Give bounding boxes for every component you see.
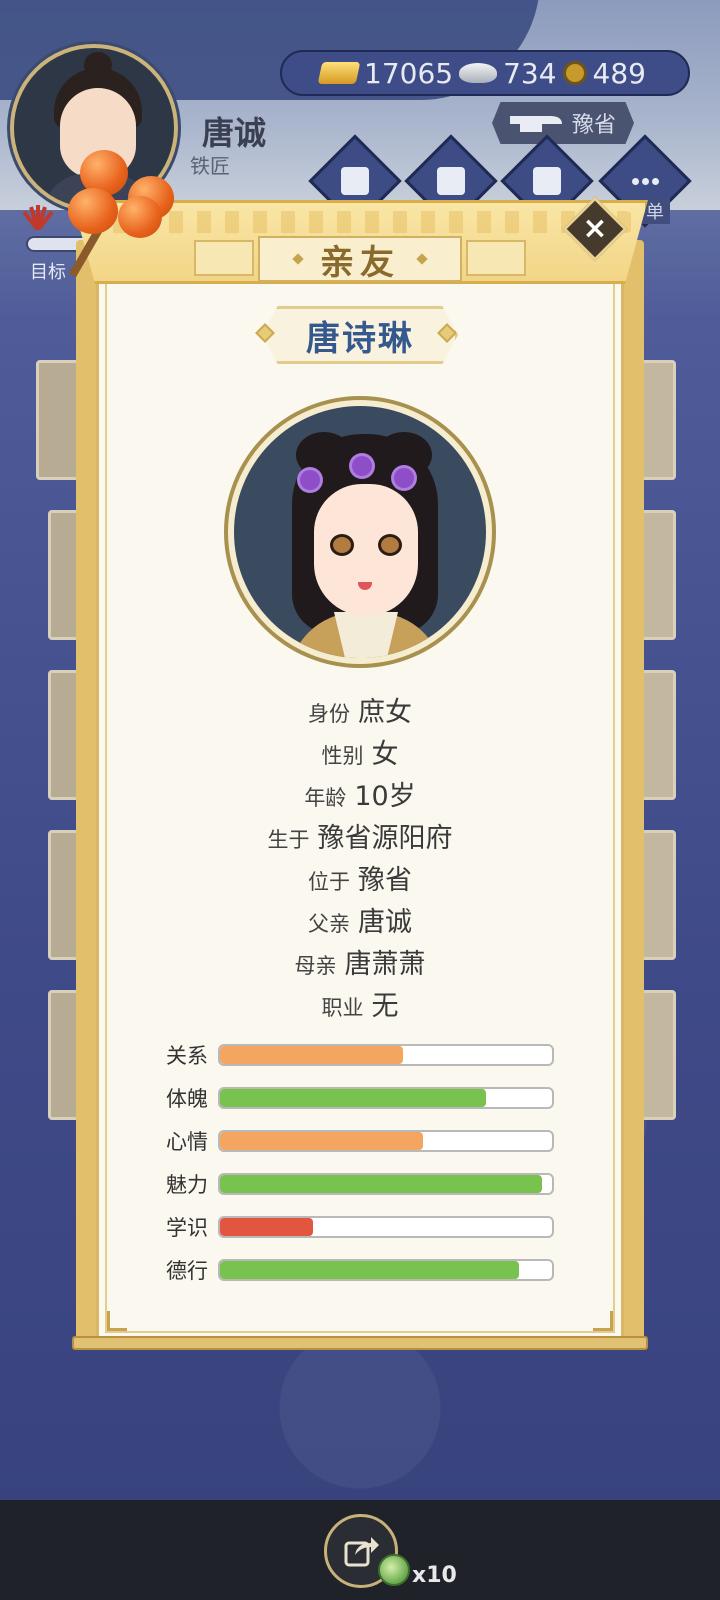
player-job: 铁匠 — [190, 154, 230, 178]
info-key: 年龄 — [304, 786, 347, 810]
info-row-birthplace: 生于 豫省源阳府 — [96, 816, 624, 855]
stat-bar-fill — [220, 1261, 519, 1279]
target-label: 目标 — [30, 262, 66, 283]
stat-virtue: 德行 — [166, 1257, 566, 1283]
stat-label: 体魄 — [166, 1087, 208, 1111]
title-dot-ornament — [292, 253, 304, 265]
region-label: 豫省 — [571, 113, 616, 138]
stat-bar-fill — [220, 1175, 543, 1193]
info-row-father: 父亲 唐诚 — [96, 900, 624, 939]
stat-label: 德行 — [166, 1259, 208, 1283]
anvil-icon — [510, 116, 562, 132]
stat-bar-track — [218, 1130, 554, 1152]
info-value: 庶女 — [358, 697, 412, 728]
info-row-gender: 性别女 — [96, 732, 624, 771]
more-icon — [631, 167, 659, 195]
jade-token-icon — [378, 1554, 410, 1586]
header-ornament — [194, 240, 254, 276]
region-button[interactable]: 豫省 — [492, 102, 634, 144]
book-icon — [533, 167, 561, 195]
info-value: 豫省源阳府 — [317, 823, 453, 854]
gold-ingot-icon — [317, 62, 361, 84]
info-key: 职业 — [321, 996, 364, 1020]
player-name: 唐诚 — [202, 114, 267, 152]
stat-mood: 心情 — [166, 1128, 566, 1154]
stat-relationship: 关系 — [166, 1042, 566, 1068]
stat-bar-fill — [220, 1132, 423, 1150]
info-value: 唐诚 — [358, 907, 412, 938]
stat-bar-fill — [220, 1218, 313, 1236]
share-icon — [344, 1537, 379, 1567]
info-key: 母亲 — [294, 954, 337, 978]
copper-amount: 489 — [592, 56, 646, 90]
silver-ingot-icon — [459, 63, 498, 83]
stat-bar-track — [218, 1216, 554, 1238]
hawthorn-fruit-icon — [68, 188, 118, 234]
person-name-plate: 唐诗琳 — [262, 306, 458, 364]
stat-knowledge: 学识 — [166, 1214, 566, 1240]
copper-coin-icon — [562, 61, 587, 85]
stat-label: 魅力 — [166, 1173, 208, 1197]
info-row-mother: 母亲 唐萧萧 — [96, 942, 624, 981]
title-dot-ornament — [416, 253, 428, 265]
info-key: 身份 — [308, 702, 350, 726]
stat-label: 学识 — [166, 1216, 208, 1240]
stat-bar-fill — [220, 1046, 403, 1064]
info-row-occupation: 职业无 — [96, 984, 624, 1023]
stat-bar-fill — [220, 1089, 486, 1107]
dialog-title: 亲友 — [320, 242, 400, 283]
info-row-identity: 身份 庶女 — [96, 690, 624, 729]
info-key: 父亲 — [308, 912, 350, 936]
cart-icon — [341, 167, 369, 195]
scroll-bottom-rod — [72, 1336, 648, 1350]
stat-bar-track — [218, 1087, 554, 1109]
gold-amount: 17065 — [364, 56, 454, 90]
info-value: 10岁 — [354, 781, 416, 812]
share-reward-count: x10 — [412, 1563, 457, 1588]
person-portrait — [228, 400, 492, 664]
info-key: 性别 — [321, 744, 364, 768]
stat-bar-track — [218, 1173, 554, 1195]
corner-ornament — [593, 1311, 613, 1331]
header-ornament — [466, 240, 526, 276]
dialog-title-box: 亲友 — [258, 236, 462, 283]
stat-bar-track — [218, 1044, 554, 1066]
fan-icon — [22, 205, 54, 230]
info-value: 无 — [371, 991, 399, 1022]
stat-bar-track — [218, 1259, 554, 1281]
bag-icon — [437, 167, 465, 195]
stat-label: 心情 — [166, 1130, 208, 1154]
stat-physique: 体魄 — [166, 1085, 566, 1111]
silver-amount: 734 — [503, 56, 557, 90]
info-row-age: 年龄 10岁 — [96, 774, 624, 813]
corner-ornament — [107, 1311, 127, 1331]
currency-bar: 17065 734 489 — [280, 50, 690, 96]
info-key: 位于 — [308, 870, 350, 894]
info-key: 生于 — [267, 828, 310, 852]
info-value: 唐萧萧 — [344, 949, 426, 980]
stat-charm: 魅力 — [166, 1171, 566, 1197]
info-value: 豫省 — [358, 865, 412, 896]
info-value: 女 — [371, 739, 399, 770]
info-row-location: 位于 豫省 — [96, 858, 624, 897]
close-icon: × — [582, 211, 608, 246]
person-name: 唐诗琳 — [306, 318, 414, 359]
hawthorn-fruit-icon — [118, 196, 162, 238]
stat-label: 关系 — [166, 1044, 208, 1068]
